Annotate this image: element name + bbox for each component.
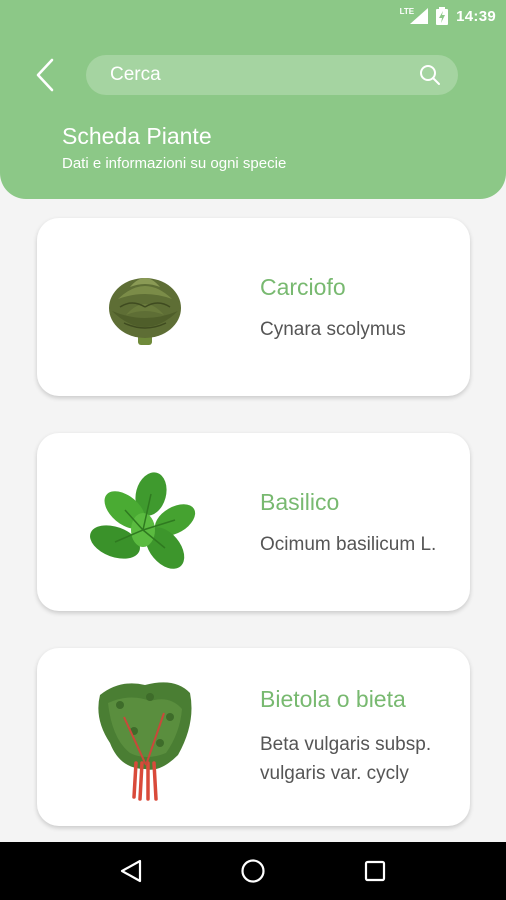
status-time: 14:39 xyxy=(456,7,496,25)
nav-recents-button[interactable] xyxy=(355,851,395,891)
plant-card-carciofo[interactable]: Carciofo Cynara scolymus xyxy=(37,218,470,396)
page-subtitle: Dati e informazioni su ogni specie xyxy=(62,155,287,172)
plant-name: Carciofo xyxy=(260,274,346,300)
plant-name: Bietola o bieta xyxy=(260,686,406,712)
nav-home-button[interactable] xyxy=(233,851,273,891)
page-title: Scheda Piante xyxy=(62,123,212,149)
search-bar[interactable] xyxy=(86,55,458,95)
plant-scientific-name: Beta vulgaris subsp. vulgaris var. cycly xyxy=(260,734,432,784)
recents-square-icon xyxy=(364,860,386,882)
chard-image xyxy=(77,668,212,808)
artichoke-image xyxy=(77,238,212,378)
home-circle-icon xyxy=(241,859,265,883)
chevron-left-icon xyxy=(36,58,54,92)
network-type-label: LTE xyxy=(399,6,415,16)
plant-scientific-name: Cynara scolymus xyxy=(260,319,406,340)
battery-charging-icon xyxy=(436,7,449,25)
search-icon[interactable] xyxy=(418,63,442,87)
nav-back-button[interactable] xyxy=(111,851,151,891)
status-bar: LTE 14:39 xyxy=(0,0,506,32)
app-header: LTE 14:39 Scheda Piante Dati e informazi… xyxy=(0,0,506,199)
system-navigation-bar xyxy=(0,842,506,900)
back-button[interactable] xyxy=(30,55,60,95)
plant-card-bietola[interactable]: Bietola o bieta Beta vulgaris subsp. vul… xyxy=(37,648,470,826)
plant-card-basilico[interactable]: Basilico Ocimum basilicum L. xyxy=(37,433,470,611)
plant-name: Basilico xyxy=(260,489,340,515)
basil-image xyxy=(77,453,212,593)
back-triangle-icon xyxy=(120,859,142,883)
plant-scientific-name: Ocimum basilicum L. xyxy=(260,534,437,555)
search-input[interactable] xyxy=(110,64,418,86)
